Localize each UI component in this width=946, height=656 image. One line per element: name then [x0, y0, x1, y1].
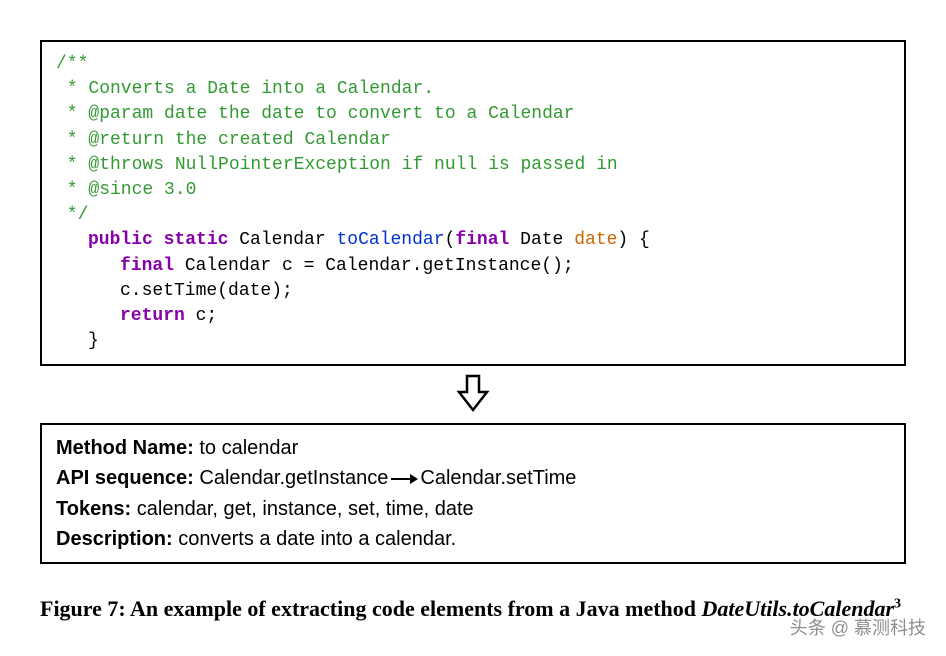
caption-prefix: Figure 7: An example of extracting code …	[40, 596, 702, 621]
label-tokens: Tokens:	[56, 498, 131, 520]
kw-return: return	[120, 306, 185, 326]
info-box: Method Name: to calendar API sequence: C…	[40, 423, 906, 564]
code-box: /** * Converts a Date into a Calendar. *…	[40, 40, 906, 366]
api-call-1: Calendar.getInstance	[194, 467, 389, 489]
paren-open: (	[445, 230, 456, 250]
close-brace: }	[56, 329, 890, 354]
caption-superscript: 3	[894, 597, 901, 612]
label-api-sequence: API sequence:	[56, 467, 194, 489]
arrow-down-icon	[40, 374, 906, 419]
label-method-name: Method Name:	[56, 437, 194, 459]
param-type: Date	[520, 230, 563, 250]
body-line-2: c.setTime(date);	[56, 279, 890, 304]
value-method-name: to calendar	[194, 437, 299, 459]
row-description: Description: converts a date into a cale…	[56, 524, 890, 554]
comment-close: */	[56, 203, 890, 228]
comment-throws: * @throws NullPointerException if null i…	[56, 153, 890, 178]
watermark: 头条 @ 慕测科技	[790, 614, 926, 640]
method-signature: public static Calendar toCalendar(final …	[56, 228, 890, 253]
return-tail: c;	[185, 306, 217, 326]
comment-open: /**	[56, 52, 890, 77]
return-type: Calendar	[239, 230, 325, 250]
paren-close: ) {	[617, 230, 649, 250]
body-1-rest: Calendar c = Calendar.getInstance();	[174, 256, 574, 276]
body-line-1: final Calendar c = Calendar.getInstance(…	[56, 254, 890, 279]
comment-since: * @since 3.0	[56, 178, 890, 203]
row-api-sequence: API sequence: Calendar.getInstance Calend…	[56, 463, 890, 494]
value-description: converts a date into a calendar.	[173, 528, 457, 550]
api-call-2: Calendar.setTime	[420, 467, 576, 489]
row-method-name: Method Name: to calendar	[56, 433, 890, 463]
kw-final-local: final	[120, 256, 174, 276]
method-name: toCalendar	[336, 230, 444, 250]
comment-param: * @param date the date to convert to a C…	[56, 102, 890, 127]
param-name: date	[574, 230, 617, 250]
kw-public: public	[88, 230, 153, 250]
label-description: Description:	[56, 528, 173, 550]
kw-static: static	[164, 230, 229, 250]
row-tokens: Tokens: calendar, get, instance, set, ti…	[56, 494, 890, 524]
value-tokens: calendar, get, instance, set, time, date	[131, 498, 473, 520]
arrow-right-icon	[388, 464, 420, 494]
comment-return: * @return the created Calendar	[56, 128, 890, 153]
comment-desc: * Converts a Date into a Calendar.	[56, 77, 890, 102]
body-line-3: return c;	[56, 304, 890, 329]
kw-final-param: final	[455, 230, 509, 250]
figure-caption: Figure 7: An example of extracting code …	[40, 592, 906, 625]
